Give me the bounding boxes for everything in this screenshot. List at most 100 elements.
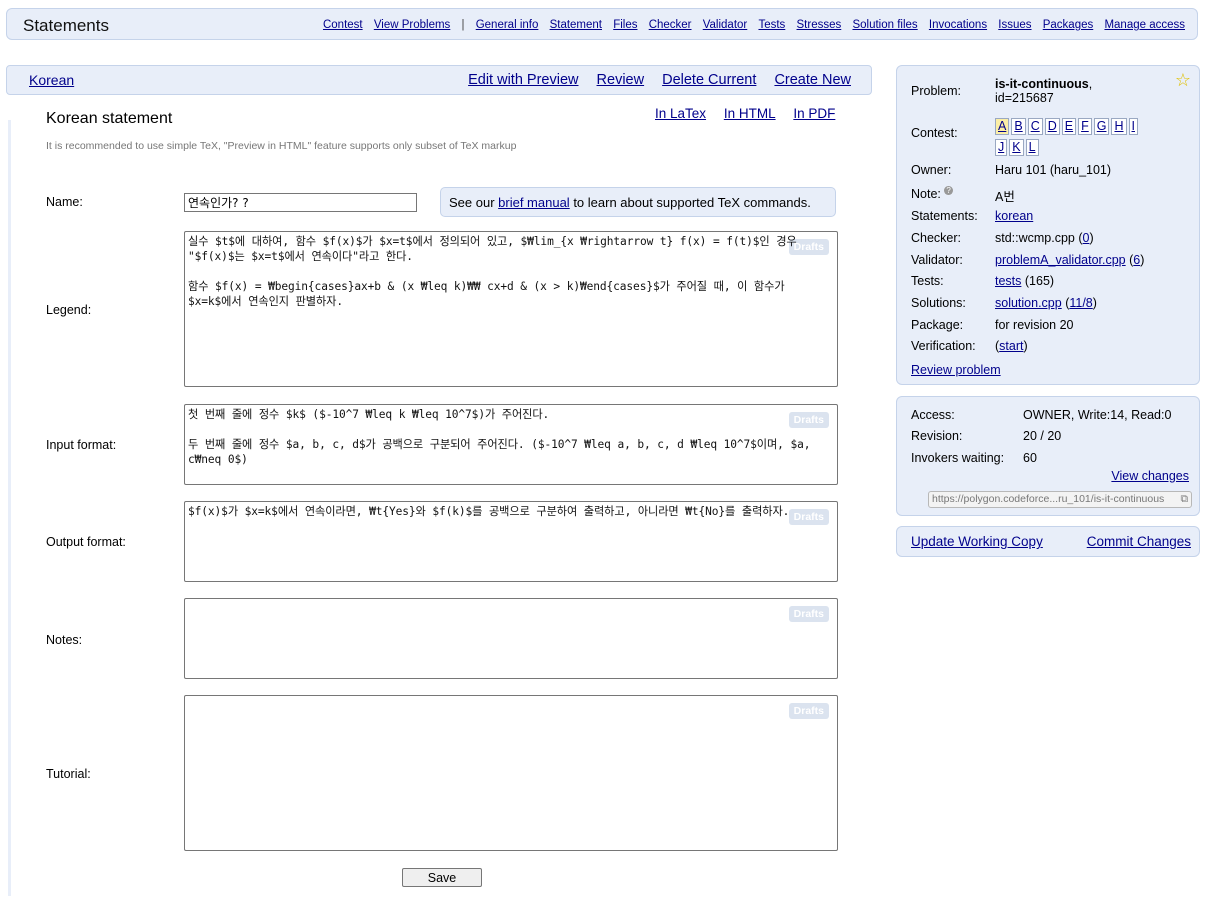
review-link[interactable]: Review bbox=[597, 72, 645, 88]
statements-label: Statements: bbox=[911, 209, 978, 223]
revision-label: Revision: bbox=[911, 429, 963, 443]
menu-contest[interactable]: Contest bbox=[323, 19, 363, 31]
copy-icon[interactable]: ⧉ bbox=[1181, 493, 1189, 506]
checker-label: Checker: bbox=[911, 231, 962, 245]
tests-value: tests (165) bbox=[995, 274, 1055, 288]
legend-text: 실수 $t$에 대하여, 함수 $f(x)$가 $x=t$에서 정의되어 있고,… bbox=[188, 235, 797, 308]
legend-label: Legend: bbox=[46, 303, 92, 317]
notes-label: Notes: bbox=[46, 633, 83, 647]
delete-current-link[interactable]: Delete Current bbox=[662, 72, 756, 88]
contest-problem-a[interactable]: A bbox=[995, 118, 1010, 135]
contest-problem-d[interactable]: D bbox=[1044, 118, 1060, 135]
verification-label: Verification: bbox=[911, 339, 976, 353]
menu-separator: | bbox=[461, 19, 465, 31]
owner-label: Owner: bbox=[911, 163, 952, 177]
validator-link[interactable]: problemA_validator.cpp bbox=[995, 253, 1126, 267]
validator-value: problemA_validator.cpp (6) bbox=[995, 253, 1145, 267]
solutions-value: solution.cpp (11/8) bbox=[995, 296, 1097, 310]
statement-language-bar: Korean Edit with Preview Review Delete C… bbox=[6, 65, 872, 95]
problem-name: is-it-continuous bbox=[995, 77, 1089, 91]
checker-value: std::wcmp.cpp (0) bbox=[995, 231, 1094, 245]
notice-text-pre: See our bbox=[449, 195, 499, 210]
revision-value: 20 / 20 bbox=[1023, 429, 1062, 443]
validator-count-link[interactable]: 6 bbox=[1133, 253, 1140, 267]
problem-label: Problem: bbox=[911, 84, 962, 98]
contest-problem-b[interactable]: B bbox=[1011, 118, 1026, 135]
verification-start-link[interactable]: start bbox=[999, 339, 1023, 353]
output-format-textarea[interactable]: Drafts $f(x)$가 $x=k$에서 연속이라면, ₩t{Yes}와 $… bbox=[184, 501, 838, 582]
note-value: A번 bbox=[995, 190, 1015, 204]
contest-problem-h[interactable]: H bbox=[1111, 118, 1127, 135]
tex-manual-notice: See our brief manual to learn about supp… bbox=[440, 187, 836, 217]
menu-stresses[interactable]: Stresses bbox=[797, 19, 842, 31]
menu-checker[interactable]: Checker bbox=[649, 19, 692, 31]
contest-problem-k[interactable]: K bbox=[1009, 139, 1024, 156]
notice-text-post: to learn about supported TeX commands. bbox=[569, 195, 811, 210]
invokers-value: 60 bbox=[1023, 451, 1037, 465]
tutorial-label: Tutorial: bbox=[46, 767, 91, 781]
language-link-korean[interactable]: Korean bbox=[29, 72, 74, 88]
menu-files[interactable]: Files bbox=[613, 19, 637, 31]
checker-count-link[interactable]: 0 bbox=[1083, 231, 1090, 245]
tests-link[interactable]: tests bbox=[995, 274, 1021, 288]
statements-link[interactable]: korean bbox=[995, 209, 1033, 223]
solutions-link[interactable]: solution.cpp bbox=[995, 296, 1062, 310]
input-format-textarea[interactable]: Drafts 첫 번째 줄에 정수 $k$ ($-10^7 ₩leq k ₩le… bbox=[184, 404, 838, 485]
name-label: Name: bbox=[46, 195, 83, 209]
menu-general-info[interactable]: General info bbox=[476, 19, 539, 31]
commit-changes-link[interactable]: Commit Changes bbox=[1087, 534, 1191, 549]
view-changes-link[interactable]: View changes bbox=[1111, 469, 1189, 483]
input-format-text: 첫 번째 줄에 정수 $k$ ($-10^7 ₩leq k ₩leq 10^7$… bbox=[188, 408, 811, 466]
update-working-copy-link[interactable]: Update Working Copy bbox=[911, 534, 1043, 549]
contest-problem-e[interactable]: E bbox=[1061, 118, 1077, 135]
help-icon[interactable]: ? bbox=[944, 186, 953, 195]
in-pdf-link[interactable]: In PDF bbox=[793, 106, 835, 121]
tests-label: Tests: bbox=[911, 274, 944, 288]
drafts-button[interactable]: Drafts bbox=[788, 606, 829, 622]
top-menu: Contest View Problems | General info Sta… bbox=[315, 19, 1185, 31]
tutorial-textarea[interactable]: Drafts bbox=[184, 695, 838, 851]
access-value: OWNER, Write:14, Read:0 bbox=[1023, 408, 1172, 422]
review-problem-link[interactable]: Review problem bbox=[911, 363, 1001, 377]
format-links: In LaTex In HTML In PDF bbox=[655, 106, 849, 121]
create-new-link[interactable]: Create New bbox=[774, 72, 851, 88]
menu-invocations[interactable]: Invocations bbox=[929, 19, 987, 31]
notes-textarea[interactable]: Drafts bbox=[184, 598, 838, 679]
menu-statement[interactable]: Statement bbox=[550, 19, 602, 31]
legend-textarea[interactable]: Drafts 실수 $t$에 대하여, 함수 $f(x)$가 $x=t$에서 정… bbox=[184, 231, 838, 387]
edit-with-preview-link[interactable]: Edit with Preview bbox=[468, 72, 578, 88]
contest-letters: ABCDEFGHI JKL bbox=[995, 116, 1165, 158]
name-input[interactable] bbox=[184, 193, 417, 212]
in-html-link[interactable]: In HTML bbox=[724, 106, 776, 121]
contest-problem-c[interactable]: C bbox=[1027, 118, 1043, 135]
tex-hint: It is recommended to use simple TeX, "Pr… bbox=[46, 140, 517, 152]
contest-problem-f[interactable]: F bbox=[1078, 118, 1092, 135]
in-latex-link[interactable]: In LaTex bbox=[655, 106, 706, 121]
menu-manage-access[interactable]: Manage access bbox=[1104, 19, 1185, 31]
drafts-button[interactable]: Drafts bbox=[788, 703, 829, 719]
package-label: Package: bbox=[911, 318, 964, 332]
owner-value: Haru 101 (haru_101) bbox=[995, 163, 1112, 177]
left-divider bbox=[8, 120, 11, 896]
menu-solution-files[interactable]: Solution files bbox=[852, 19, 917, 31]
problem-info-panel: ☆ Problem: is-it-continuous, id=215687 C… bbox=[896, 65, 1200, 385]
page-title: Statements bbox=[23, 16, 109, 35]
input-format-label: Input format: bbox=[46, 438, 117, 452]
solutions-label: Solutions: bbox=[911, 296, 966, 310]
contest-problem-j[interactable]: J bbox=[995, 139, 1008, 156]
package-value: for revision 20 bbox=[995, 318, 1074, 332]
menu-packages[interactable]: Packages bbox=[1043, 19, 1094, 31]
save-button[interactable]: Save bbox=[402, 868, 482, 887]
top-navigation-bar: Statements Contest View Problems | Gener… bbox=[6, 8, 1198, 40]
menu-tests[interactable]: Tests bbox=[758, 19, 785, 31]
brief-manual-link[interactable]: brief manual bbox=[498, 195, 570, 210]
menu-validator[interactable]: Validator bbox=[703, 19, 748, 31]
contest-problem-i[interactable]: I bbox=[1128, 118, 1138, 135]
menu-issues[interactable]: Issues bbox=[998, 19, 1031, 31]
solutions-count-link[interactable]: 11/8 bbox=[1069, 296, 1092, 310]
contest-problem-g[interactable]: G bbox=[1093, 118, 1110, 135]
star-icon[interactable]: ☆ bbox=[1175, 70, 1191, 91]
problem-url-field[interactable]: https://polygon.codeforce...ru_101/is-it… bbox=[928, 491, 1192, 508]
menu-view-problems[interactable]: View Problems bbox=[374, 19, 451, 31]
contest-problem-l[interactable]: L bbox=[1025, 139, 1039, 156]
